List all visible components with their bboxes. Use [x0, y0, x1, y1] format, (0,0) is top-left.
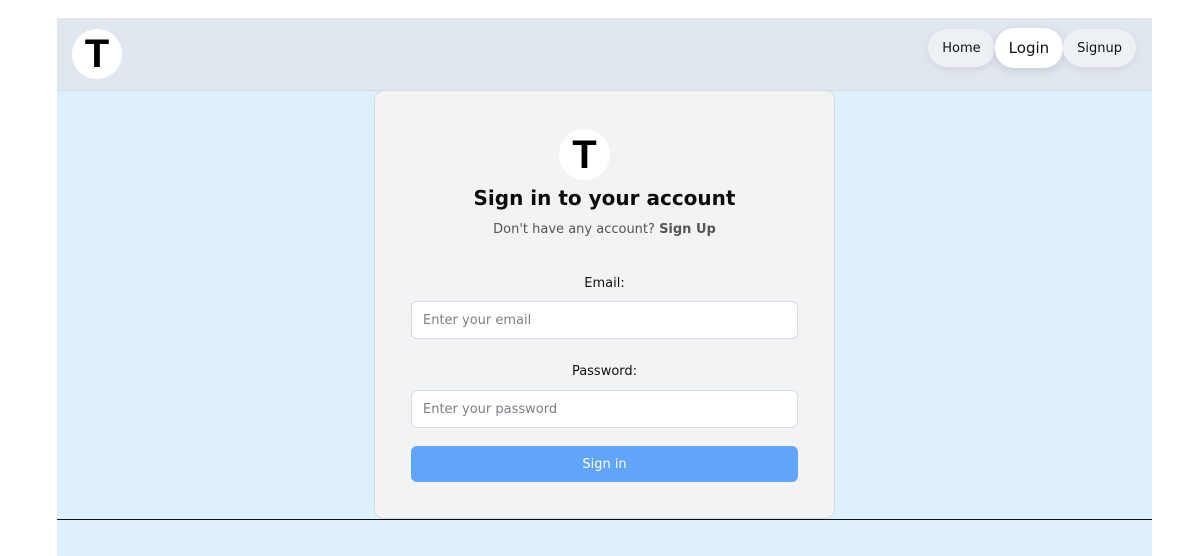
nav-home-button[interactable]: Home [928, 29, 995, 67]
email-field[interactable] [411, 301, 798, 339]
email-label: Email: [584, 276, 625, 291]
password-field[interactable] [411, 390, 798, 428]
signup-link[interactable]: Sign Up [659, 222, 716, 237]
footer-divider [57, 519, 1152, 520]
signup-prompt-text: Don't have any account? [493, 222, 655, 237]
nav-signup-button[interactable]: Signup [1063, 29, 1136, 67]
login-card: T Sign in to your account Don't have any… [374, 90, 835, 519]
nav-login-button[interactable]: Login [994, 28, 1064, 68]
password-label: Password: [571, 364, 638, 379]
app-container: T Home Login Signup T Sign in to your ac… [57, 18, 1152, 556]
card-title: Sign in to your account [473, 186, 736, 210]
navbar: T Home Login Signup [57, 18, 1152, 91]
signup-prompt: Don't have any account? Sign Up [375, 222, 834, 237]
brand-logo[interactable]: T [72, 29, 122, 79]
sign-in-button[interactable]: Sign in [411, 446, 798, 482]
nav-links: Home Login Signup [928, 28, 1136, 68]
card-logo: T [559, 129, 610, 180]
